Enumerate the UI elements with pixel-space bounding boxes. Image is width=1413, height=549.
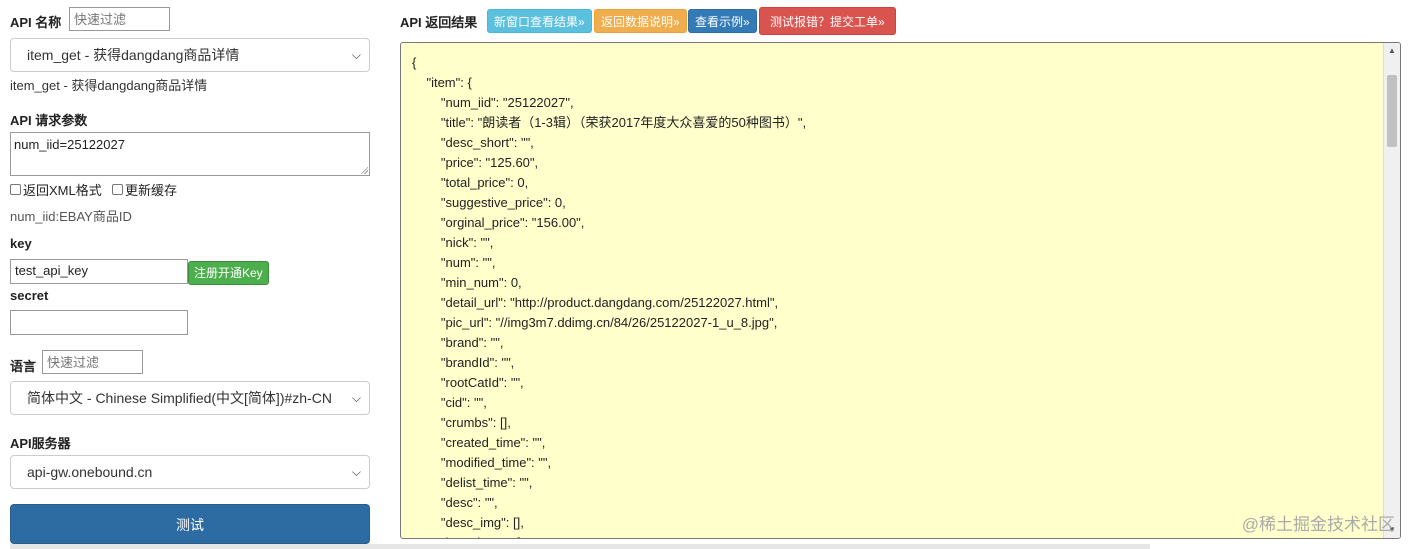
params-value: num_iid=25122027 bbox=[14, 137, 125, 152]
key-input[interactable]: test_api_key bbox=[10, 259, 188, 284]
server-label: API服务器 bbox=[10, 436, 71, 451]
params-label: API 请求参数 bbox=[10, 113, 88, 128]
secret-input[interactable] bbox=[10, 310, 188, 335]
scroll-thumb[interactable] bbox=[1387, 75, 1397, 147]
api-select-value: item_get - 获得dangdang商品详情 bbox=[27, 47, 240, 63]
register-key-button[interactable]: 注册开通Key bbox=[188, 261, 269, 285]
chevron-down-icon: ⌵ bbox=[351, 391, 361, 405]
chevron-down-icon: ⌵ bbox=[351, 48, 361, 62]
server-select-value: api-gw.onebound.cn bbox=[27, 464, 153, 480]
data-description-button[interactable]: 返回数据说明» bbox=[594, 9, 687, 33]
scroll-up-icon[interactable]: ▲ bbox=[1384, 43, 1400, 59]
api-filter-input[interactable] bbox=[69, 7, 170, 31]
api-description: item_get - 获得dangdang商品详情 bbox=[10, 78, 208, 93]
test-button[interactable]: 测试 bbox=[10, 504, 370, 544]
resize-grip-icon[interactable] bbox=[360, 166, 368, 174]
api-name-label: API 名称 bbox=[10, 15, 62, 30]
language-filter-input[interactable] bbox=[42, 350, 143, 374]
secret-label: secret bbox=[10, 288, 49, 303]
result-json: { "item": { "num_iid": "25122027", "titl… bbox=[412, 55, 807, 538]
submit-ticket-button[interactable]: 测试报错？提交工单» bbox=[759, 7, 896, 35]
language-label: 语言 bbox=[10, 359, 37, 374]
key-value: test_api_key bbox=[15, 263, 88, 278]
page-horizontal-scrollbar[interactable] bbox=[10, 544, 1150, 549]
api-select[interactable]: item_get - 获得dangdang商品详情 ⌵ bbox=[10, 38, 370, 72]
key-label: key bbox=[10, 236, 32, 251]
open-new-window-button[interactable]: 新窗口查看结果» bbox=[487, 9, 592, 33]
language-select-value: 简体中文 - Chinese Simplified(中文[简体])#zh-CN bbox=[27, 390, 332, 406]
view-example-button[interactable]: 查看示例» bbox=[688, 9, 757, 33]
xml-checkbox-label: 返回XML格式 bbox=[23, 183, 102, 198]
watermark: @稀土掘金技术社区 bbox=[1241, 515, 1395, 534]
xml-checkbox-group[interactable]: 返回XML格式 bbox=[10, 180, 102, 199]
server-select[interactable]: api-gw.onebound.cn ⌵ bbox=[10, 455, 370, 489]
chevron-down-icon: ⌵ bbox=[351, 465, 361, 479]
param-hint: num_iid:EBAY商品ID bbox=[10, 209, 132, 224]
cache-checkbox-group[interactable]: 更新缓存 bbox=[112, 180, 177, 199]
language-select[interactable]: 简体中文 - Chinese Simplified(中文[简体])#zh-CN … bbox=[10, 381, 370, 415]
xml-checkbox[interactable] bbox=[10, 184, 21, 195]
cache-checkbox-label: 更新缓存 bbox=[125, 183, 178, 198]
params-textarea[interactable]: num_iid=25122027 bbox=[10, 132, 370, 176]
result-title: API 返回结果 bbox=[400, 15, 478, 30]
result-scrollbar[interactable]: ▲ ▼ bbox=[1383, 43, 1400, 538]
cache-checkbox[interactable] bbox=[112, 184, 123, 195]
result-textarea[interactable]: { "item": { "num_iid": "25122027", "titl… bbox=[400, 42, 1401, 539]
